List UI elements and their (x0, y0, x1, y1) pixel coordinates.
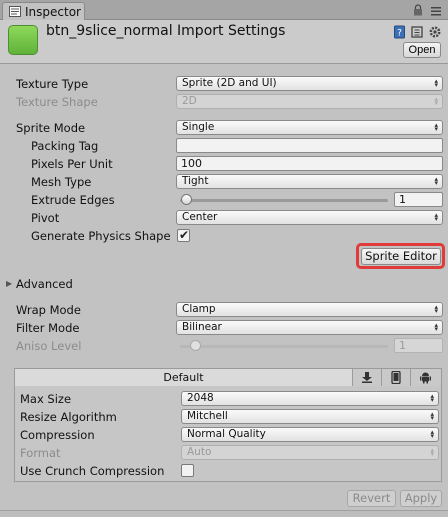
platform-tab-standalone[interactable] (353, 369, 382, 386)
dropdown-arrow-icon: ▴ ▾ (430, 428, 434, 440)
dropdown-arrow-icon: ▴ ▾ (430, 446, 434, 458)
dropdown-arrow-icon: ▴ ▾ (434, 175, 438, 187)
compression-dropdown[interactable]: Normal Quality ▴ ▾ (181, 427, 439, 442)
resize-algorithm-value: Mitchell (187, 410, 228, 422)
aniso-level-input: 1 (394, 338, 443, 353)
lock-icon[interactable] (413, 4, 423, 16)
compression-label: Compression (20, 428, 95, 442)
mesh-type-label: Mesh Type (31, 175, 92, 189)
aniso-level-slider-handle (189, 340, 201, 351)
texture-shape-value: 2D (182, 95, 197, 107)
gear-icon[interactable] (428, 25, 442, 39)
max-size-value: 2048 (187, 392, 214, 404)
texture-type-dropdown[interactable]: Sprite (2D and UI) ▴ ▾ (176, 76, 443, 91)
apply-button[interactable]: Apply (400, 490, 442, 507)
open-button[interactable]: Open (403, 42, 441, 58)
wrap-mode-label: Wrap Mode (16, 303, 81, 317)
inspector-icon (9, 6, 21, 17)
mesh-type-value: Tight (182, 175, 209, 187)
texture-shape-label: Texture Shape (16, 95, 98, 109)
filter-mode-value: Bilinear (182, 321, 222, 333)
resize-algorithm-dropdown[interactable]: Mitchell ▴ ▾ (181, 409, 439, 424)
extrude-edges-label: Extrude Edges (31, 193, 115, 207)
mobile-icon (391, 371, 401, 384)
dropdown-arrow-icon: ▴ ▾ (434, 303, 438, 315)
help-book-icon[interactable]: ? (393, 25, 407, 39)
advanced-foldout-arrow-icon[interactable]: ▶ (6, 279, 12, 288)
asset-title: btn_9slice_normal Import Settings (46, 23, 286, 39)
sprite-mode-dropdown[interactable]: Single ▴ ▾ (176, 120, 443, 135)
platform-tab-ios[interactable] (382, 369, 411, 386)
generate-physics-shape-checkbox[interactable]: ✔ (177, 228, 190, 242)
pivot-label: Pivot (31, 211, 60, 225)
tab-label: Inspector (25, 5, 81, 19)
extrude-edges-slider-handle[interactable] (181, 194, 193, 205)
aniso-level-label: Aniso Level (16, 339, 82, 353)
android-icon (420, 372, 431, 384)
sprite-editor-button[interactable]: Sprite Editor (361, 248, 441, 265)
dropdown-arrow-icon: ▴ ▾ (434, 77, 438, 89)
asset-thumbnail (8, 25, 38, 55)
sprite-mode-value: Single (182, 121, 215, 133)
sprite-mode-label: Sprite Mode (16, 121, 86, 135)
compression-value: Normal Quality (187, 428, 266, 440)
wrap-mode-dropdown[interactable]: Clamp ▴ ▾ (176, 302, 443, 317)
preview-strip (0, 510, 448, 517)
aniso-level-slider (180, 345, 388, 348)
use-crunch-compression-checkbox[interactable]: ✔ (181, 464, 194, 477)
dropdown-arrow-icon: ▴ ▾ (434, 95, 438, 107)
pivot-dropdown[interactable]: Center ▴ ▾ (176, 210, 443, 225)
texture-type-label: Texture Type (16, 77, 89, 91)
revert-button[interactable]: Revert (347, 490, 396, 507)
extrude-edges-input[interactable]: 1 (394, 192, 443, 207)
checkmark-icon: ✔ (179, 228, 190, 242)
tab-menu-icon[interactable] (431, 6, 441, 16)
platform-tab-android[interactable] (411, 369, 441, 386)
texture-shape-dropdown: 2D ▴ ▾ (176, 94, 443, 109)
wrap-mode-value: Clamp (182, 303, 216, 315)
max-size-dropdown[interactable]: 2048 ▴ ▾ (181, 391, 439, 406)
dropdown-arrow-icon: ▴ ▾ (430, 392, 434, 404)
packing-tag-input[interactable] (176, 138, 443, 153)
filter-mode-dropdown[interactable]: Bilinear ▴ ▾ (176, 320, 443, 335)
dropdown-arrow-icon: ▴ ▾ (434, 321, 438, 333)
use-crunch-compression-label: Use Crunch Compression (20, 464, 165, 478)
packing-tag-label: Packing Tag (31, 139, 99, 153)
pixels-per-unit-label: Pixels Per Unit (31, 157, 113, 171)
download-icon (362, 372, 372, 383)
resize-algorithm-label: Resize Algorithm (20, 410, 117, 424)
format-dropdown: Auto ▴ ▾ (181, 445, 439, 460)
pivot-value: Center (182, 211, 218, 223)
filter-mode-label: Filter Mode (16, 321, 80, 335)
format-label: Format (20, 446, 61, 460)
dropdown-arrow-icon: ▴ ▾ (430, 410, 434, 422)
max-size-label: Max Size (20, 392, 72, 406)
dropdown-arrow-icon: ▴ ▾ (434, 121, 438, 133)
texture-type-value: Sprite (2D and UI) (182, 77, 277, 89)
svg-text:?: ? (397, 29, 402, 39)
extrude-edges-slider[interactable] (180, 199, 388, 202)
platform-tab-default[interactable]: Default (15, 369, 353, 386)
mesh-type-dropdown[interactable]: Tight ▴ ▾ (176, 174, 443, 189)
format-value: Auto (187, 446, 212, 458)
tab-inspector[interactable]: Inspector (2, 2, 85, 20)
preset-icon[interactable] (410, 25, 424, 39)
pixels-per-unit-input[interactable]: 100 (176, 156, 443, 171)
advanced-foldout-label[interactable]: Advanced (16, 277, 73, 291)
dropdown-arrow-icon: ▴ ▾ (434, 211, 438, 223)
generate-physics-shape-label: Generate Physics Shape (31, 229, 171, 243)
